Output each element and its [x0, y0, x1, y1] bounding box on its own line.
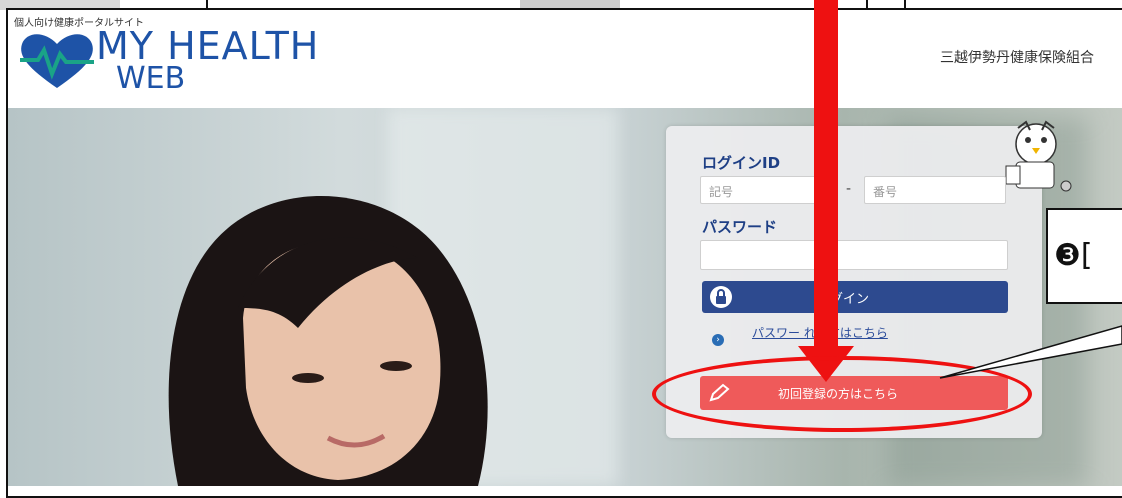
password-label: パスワード — [702, 218, 778, 236]
login-button[interactable]: グイン — [702, 281, 1008, 313]
password-input[interactable] — [700, 240, 1008, 270]
lock-icon — [710, 286, 732, 308]
heart-logo-icon — [20, 34, 94, 88]
chevron-right-icon: › — [712, 334, 724, 346]
bird-mascot-icon — [1005, 120, 1072, 192]
organization-name: 三越伊勢丹健康保険組合 — [940, 50, 1094, 66]
annotation-callout-text: ❸[ — [1054, 238, 1093, 273]
number-input[interactable]: 番号 — [864, 176, 1006, 204]
brand-name-line2: WEB — [116, 61, 186, 96]
id-separator: - — [846, 181, 852, 197]
annotation-highlight-ellipse — [652, 356, 1032, 432]
login-id-label: ログインID — [702, 154, 781, 172]
symbol-input[interactable]: 記号 — [700, 176, 830, 204]
annotation-arrow-shaft — [814, 0, 838, 348]
